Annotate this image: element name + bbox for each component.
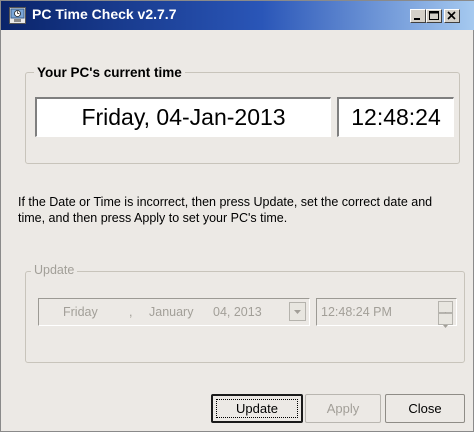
chevron-down-icon bbox=[443, 325, 448, 328]
close-button-label: Close bbox=[408, 401, 442, 416]
instructions-text: If the Date or Time is incorrect, then p… bbox=[18, 195, 433, 225]
update-legend: Update bbox=[31, 263, 78, 277]
time-spin-up-button[interactable] bbox=[438, 301, 453, 315]
close-icon bbox=[447, 11, 456, 20]
focus-rectangle bbox=[216, 399, 298, 418]
date-picker-month: January bbox=[149, 305, 194, 319]
current-date-display: Friday, 04-Jan-2013 bbox=[35, 97, 331, 137]
date-picker-day-name: Friday bbox=[63, 305, 98, 319]
close-button[interactable]: Close bbox=[385, 394, 465, 423]
close-window-button[interactable] bbox=[444, 9, 460, 23]
time-picker-value: 12:48:24 PM bbox=[321, 305, 392, 319]
minimize-button[interactable] bbox=[410, 9, 426, 23]
update-button[interactable]: Update bbox=[211, 394, 303, 423]
maximize-button[interactable] bbox=[426, 9, 442, 23]
apply-button-label: Apply bbox=[326, 401, 360, 416]
time-spin-down-button[interactable] bbox=[438, 313, 453, 328]
clock-app-icon bbox=[9, 7, 26, 24]
pc-time-check-window: PC Time Check v2.7.7 Your PC's current t… bbox=[0, 0, 474, 432]
date-picker-day-year: 04, 2013 bbox=[213, 305, 262, 319]
window-title: PC Time Check v2.7.7 bbox=[32, 6, 177, 22]
chevron-down-icon bbox=[294, 310, 301, 314]
apply-button[interactable]: Apply bbox=[305, 394, 381, 423]
current-time-legend: Your PC's current time bbox=[34, 65, 185, 80]
title-bar[interactable]: PC Time Check v2.7.7 bbox=[1, 1, 474, 30]
minimize-icon bbox=[414, 18, 420, 20]
maximize-icon bbox=[429, 11, 439, 20]
date-picker[interactable]: Friday , January 04, 2013 bbox=[38, 298, 310, 326]
time-picker[interactable]: 12:48:24 PM bbox=[316, 298, 457, 328]
date-picker-separator: , bbox=[129, 305, 133, 319]
date-dropdown-button[interactable] bbox=[289, 302, 306, 321]
current-time-display: 12:48:24 bbox=[337, 97, 454, 137]
